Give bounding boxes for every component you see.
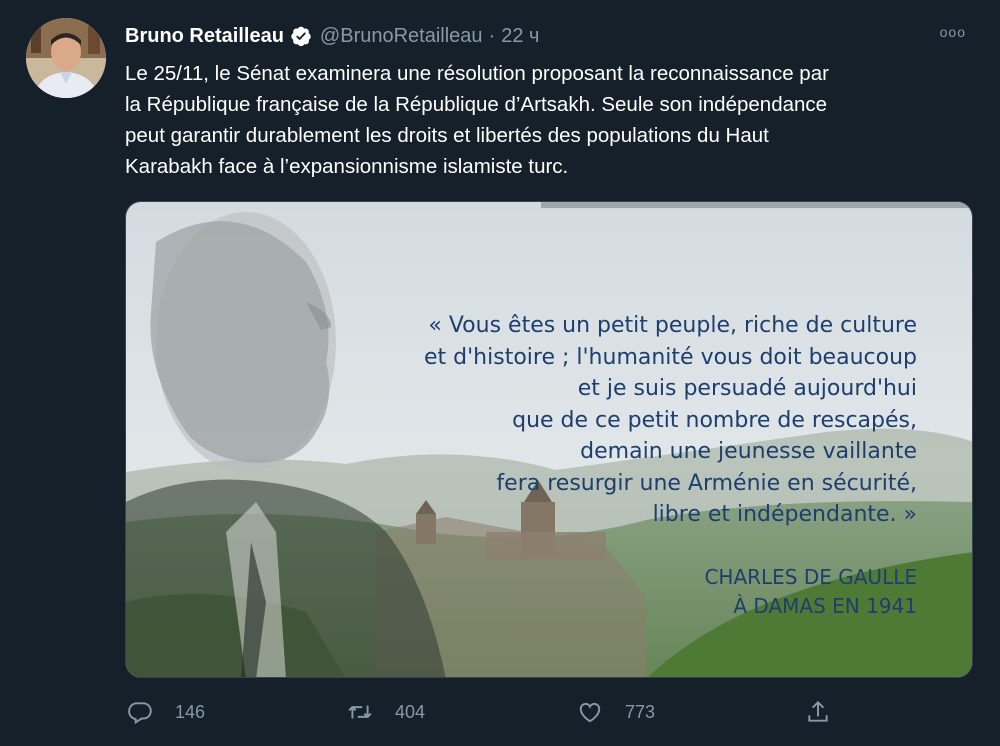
- heart-icon: [579, 702, 601, 723]
- reply-count: 146: [175, 701, 206, 722]
- tweet-header: Bruno Retailleau @BrunoRetailleau · 22 ч…: [125, 22, 970, 50]
- avatar[interactable]: [26, 18, 106, 98]
- quote-author: CHARLES DE GAULLE À DAMAS EN 1941: [704, 563, 917, 621]
- separator-dot: ·: [488, 24, 496, 47]
- author-name[interactable]: Bruno Retailleau: [125, 25, 284, 48]
- quote-text: « Vous êtes un petit peuple, riche de cu…: [357, 310, 917, 531]
- tweet-text-line: la République française de la République…: [125, 93, 828, 116]
- reply-button[interactable]: 146: [127, 696, 205, 728]
- quote-line: et d'histoire ; l'humanité vous doit bea…: [424, 344, 917, 370]
- quote-line: et je suis persuadé aujourd'hui: [577, 376, 917, 401]
- tweet-media-image[interactable]: « Vous êtes un petit peuple, riche de cu…: [125, 201, 973, 678]
- reply-icon: [128, 702, 152, 725]
- retweet-button[interactable]: 404: [347, 696, 425, 728]
- quote-line: que de ce petit nombre de rescapés,: [512, 407, 917, 433]
- like-button[interactable]: 773: [577, 696, 655, 728]
- tweet-text-line: Le 25/11, le Sénat examinera une résolut…: [125, 62, 829, 85]
- retweet-icon: [348, 705, 372, 719]
- quote-author-line: À DAMAS EN 1941: [733, 594, 917, 618]
- tweet-actions-bar: 146 404 773: [125, 696, 845, 728]
- quote-line: fera resurgir une Arménie en sécurité,: [496, 470, 917, 496]
- tweet-timestamp[interactable]: 22 ч: [501, 25, 539, 48]
- tweet-text-line: peut garantir durablement les droits et …: [125, 124, 769, 147]
- verified-badge-icon: [290, 25, 312, 47]
- retweet-count: 404: [395, 701, 426, 722]
- quote-line: demain une jeunesse vaillante: [580, 439, 917, 464]
- more-options-icon[interactable]: ooo: [940, 24, 966, 40]
- quote-line: « Vous êtes un petit peuple, riche de cu…: [428, 313, 917, 338]
- profile-photo: [26, 18, 106, 98]
- quote-line: libre et indépendante. »: [652, 502, 917, 527]
- share-icon: [808, 700, 828, 722]
- like-count: 773: [625, 701, 656, 722]
- quote-author-line: CHARLES DE GAULLE: [704, 565, 917, 589]
- share-button[interactable]: [805, 696, 831, 728]
- tweet-text: Le 25/11, le Sénat examinera une résolut…: [125, 58, 975, 182]
- tweet-text-line: Karabakh face à l’expansionnisme islamis…: [125, 155, 569, 178]
- author-handle[interactable]: @BrunoRetailleau: [320, 25, 483, 48]
